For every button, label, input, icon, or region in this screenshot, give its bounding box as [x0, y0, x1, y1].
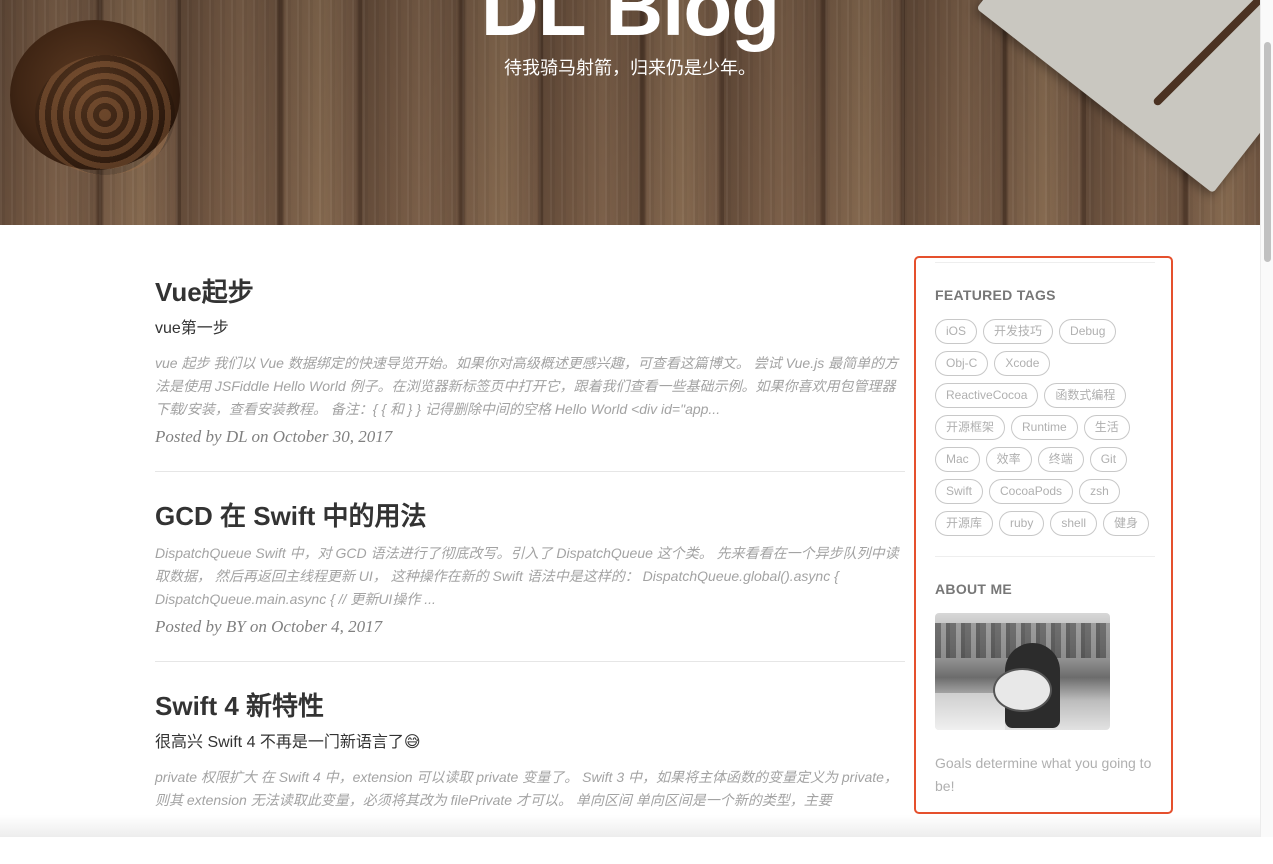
tag-link[interactable]: Runtime	[1011, 415, 1078, 440]
about-me-text: Goals determine what you going to be!	[935, 755, 1152, 794]
site-subtitle: 待我骑马射箭，归来仍是少年。	[504, 58, 756, 78]
tag-link[interactable]: 生活	[1083, 415, 1130, 440]
post-excerpt[interactable]: private 权限扩大 在 Swift 4 中，extension 可以读取 …	[155, 766, 905, 812]
post-meta: Posted by BY on October 4, 2017	[155, 617, 383, 636]
post-list: Vue起步 vue第一步 vue 起步 我们以 Vue 数据绑定的快速导览开始。…	[155, 250, 905, 864]
page-scrollbar[interactable]	[1260, 0, 1273, 837]
tag-link[interactable]: zsh	[1079, 479, 1120, 504]
post-excerpt[interactable]: DispatchQueue Swift 中，对 GCD 语法进行了彻底改写。引入…	[155, 542, 905, 611]
about-me-photo	[935, 613, 1110, 730]
tag-link[interactable]: Swift	[935, 479, 984, 504]
tag-link[interactable]: 开源框架	[935, 415, 1006, 440]
tag-link[interactable]: CocoaPods	[989, 479, 1074, 504]
tag-link[interactable]: shell	[1050, 511, 1098, 536]
tag-link[interactable]: ruby	[999, 511, 1045, 536]
divider	[935, 262, 1155, 263]
site-title: DL Blog	[480, 0, 780, 52]
tag-link[interactable]: 开发技巧	[983, 319, 1054, 344]
post-title[interactable]: Swift 4 新特性	[155, 690, 905, 722]
scrollbar-thumb[interactable]	[1264, 42, 1271, 262]
tag-link[interactable]: 终端	[1037, 447, 1084, 472]
bottom-fade	[0, 815, 1260, 837]
tag-link[interactable]: ReactiveCocoa	[935, 383, 1039, 408]
tag-link[interactable]: Debug	[1059, 319, 1117, 344]
tag-link[interactable]: Git	[1089, 447, 1128, 472]
post-meta: Posted by DL on October 30, 2017	[155, 427, 393, 446]
post-preview[interactable]: GCD 在 Swift 中的用法 DispatchQueue Swift 中，对…	[155, 500, 905, 662]
tag-link[interactable]: 开源库	[935, 511, 994, 536]
tag-link[interactable]: 健身	[1103, 511, 1150, 536]
post-title[interactable]: GCD 在 Swift 中的用法	[155, 500, 905, 532]
tag-link[interactable]: 函数式编程	[1044, 383, 1127, 408]
sidebar: FEATURED TAGS iOS 开发技巧 Debug Obj-C Xcode Reac…	[935, 262, 1155, 798]
divider	[935, 556, 1155, 557]
tag-link[interactable]: Xcode	[994, 351, 1051, 376]
post-preview[interactable]: Vue起步 vue第一步 vue 起步 我们以 Vue 数据绑定的快速导览开始。…	[155, 276, 905, 472]
post-title[interactable]: Vue起步	[155, 276, 905, 308]
tag-cloud: iOS 开发技巧 Debug Obj-C Xcode ReactiveCocoa 函数式编程…	[935, 319, 1150, 536]
tag-link[interactable]: Obj-C	[935, 351, 989, 376]
featured-tags-title: FEATURED TAGS	[935, 287, 1056, 303]
tag-link[interactable]: 效率	[985, 447, 1032, 472]
post-excerpt[interactable]: vue 起步 我们以 Vue 数据绑定的快速导览开始。如果你对高级概述更感兴趣，…	[155, 352, 905, 421]
header-banner: DL Blog 待我骑马射箭，归来仍是少年。	[0, 0, 1260, 225]
tag-link[interactable]: Mac	[935, 447, 980, 472]
post-subtitle[interactable]: vue第一步	[155, 318, 905, 340]
post-subtitle[interactable]: 很高兴 Swift 4 不再是一门新语言了😅	[155, 732, 905, 754]
tag-link[interactable]: iOS	[935, 319, 978, 344]
about-me-title: ABOUT ME	[935, 581, 1013, 597]
